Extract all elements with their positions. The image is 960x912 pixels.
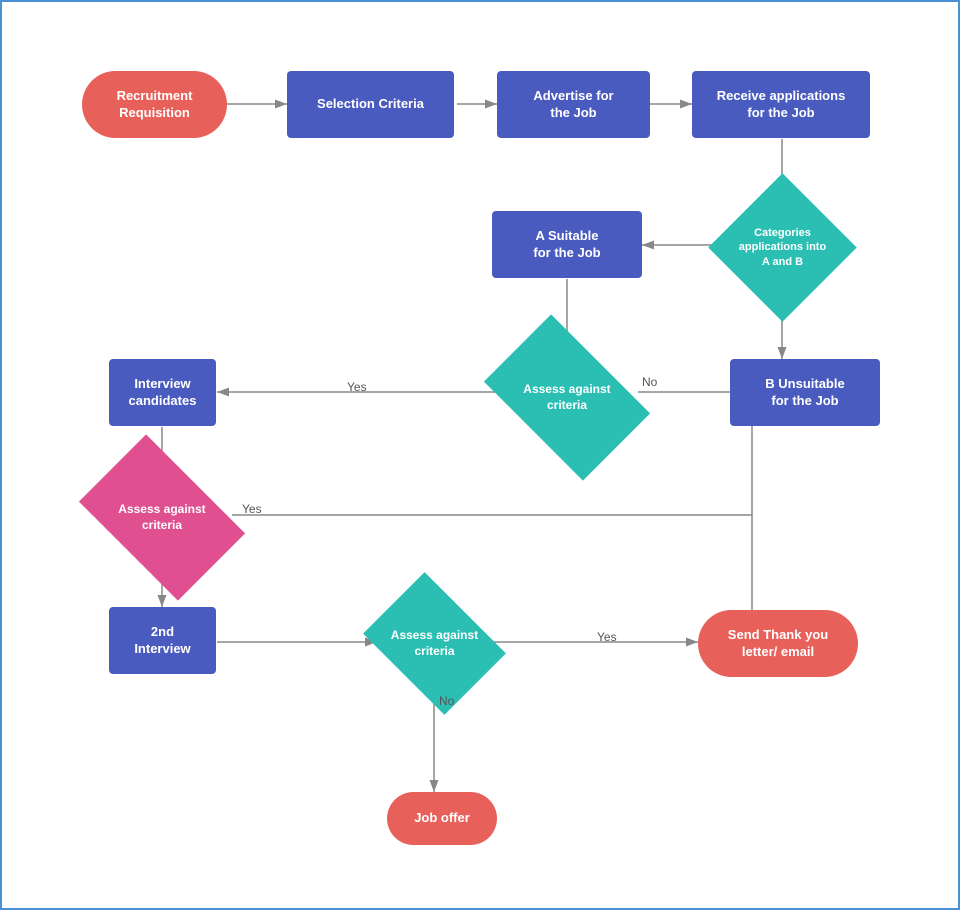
interview-candidates-node: Interview candidates xyxy=(109,359,216,426)
suitable-job-node: A Suitable for the Job xyxy=(492,211,642,278)
recruitment-requisition-node: Recruitment Requisition xyxy=(82,71,227,138)
no-label-1: No xyxy=(642,375,657,389)
assess-criteria-3-node: Assess against criteria xyxy=(363,572,506,715)
receive-applications-node: Receive applications for the Job xyxy=(692,71,870,138)
assess-criteria-2-node: Assess against criteria xyxy=(79,434,245,600)
second-interview-node: 2nd Interview xyxy=(109,607,216,674)
yes-label-3: Yes xyxy=(597,630,617,644)
assess-criteria-1-node: Assess against criteria xyxy=(484,314,650,480)
yes-label-2: Yes xyxy=(242,502,262,516)
advertise-job-node: Advertise for the Job xyxy=(497,71,650,138)
yes-label-1: Yes xyxy=(347,380,367,394)
selection-criteria-node: Selection Criteria xyxy=(287,71,454,138)
flowchart-canvas: Recruitment Requisition Selection Criter… xyxy=(0,0,960,910)
unsuitable-job-node: B Unsuitable for the Job xyxy=(730,359,880,426)
no-label-3: No xyxy=(439,694,454,708)
job-offer-node: Job offer xyxy=(387,792,497,845)
categories-applications-node: Categories applications into A and B xyxy=(708,173,856,321)
send-thank-you-node: Send Thank you letter/ email xyxy=(698,610,858,677)
